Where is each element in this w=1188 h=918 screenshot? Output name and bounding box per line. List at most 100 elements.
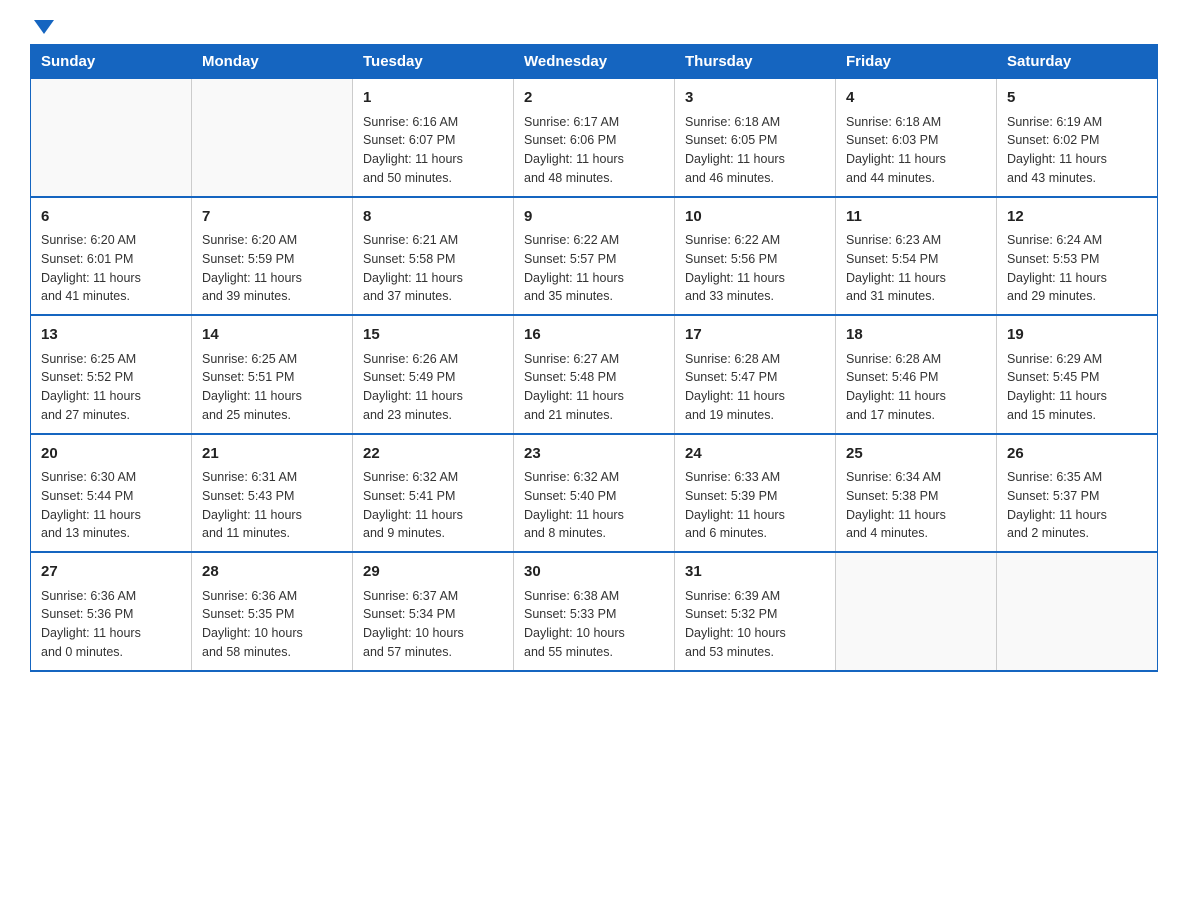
day-number: 17 (685, 324, 825, 347)
day-info: Sunrise: 6:35 AM Sunset: 5:37 PM Dayligh… (1007, 468, 1147, 543)
day-info: Sunrise: 6:37 AM Sunset: 5:34 PM Dayligh… (363, 587, 503, 662)
day-info: Sunrise: 6:16 AM Sunset: 6:07 PM Dayligh… (363, 113, 503, 188)
calendar-day-cell: 30 Sunrise: 6:38 AM Sunset: 5:33 PM Dayli… (514, 552, 675, 671)
calendar-day-cell: 19 Sunrise: 6:29 AM Sunset: 5:45 PM Dayli… (997, 315, 1158, 434)
day-number: 18 (846, 324, 986, 347)
calendar-day-cell: 5 Sunrise: 6:19 AM Sunset: 6:02 PM Daylig… (997, 79, 1158, 197)
day-info: Sunrise: 6:34 AM Sunset: 5:38 PM Dayligh… (846, 468, 986, 543)
calendar-day-cell: 14 Sunrise: 6:25 AM Sunset: 5:51 PM Dayli… (192, 315, 353, 434)
calendar-day-cell: 2Sunrise: 6:17 AM Sunset: 6:06 PM Daylig… (514, 79, 675, 197)
day-info: Sunrise: 6:31 AM Sunset: 5:43 PM Dayligh… (202, 468, 342, 543)
day-info: Sunrise: 6:17 AM Sunset: 6:06 PM Dayligh… (524, 113, 664, 188)
day-number: 10 (685, 206, 825, 229)
day-info: Sunrise: 6:19 AM Sunset: 6:02 PM Dayligh… (1007, 113, 1147, 188)
calendar-day-cell (836, 552, 997, 671)
calendar-week-row: 27Sunrise: 6:36 AM Sunset: 5:36 PM Dayli… (31, 552, 1158, 671)
day-info: Sunrise: 6:38 AM Sunset: 5:33 PM Dayligh… (524, 587, 664, 662)
day-number: 6 (41, 206, 181, 229)
calendar-day-cell: 3 Sunrise: 6:18 AM Sunset: 6:05 PM Daylig… (675, 79, 836, 197)
col-monday: Monday (192, 45, 353, 79)
calendar-day-cell (31, 79, 192, 197)
col-saturday: Saturday (997, 45, 1158, 79)
day-number: 14 (202, 324, 342, 347)
day-info: Sunrise: 6:24 AM Sunset: 5:53 PM Dayligh… (1007, 231, 1147, 306)
logo-triangle-icon (34, 20, 54, 34)
day-info: Sunrise: 6:21 AM Sunset: 5:58 PM Dayligh… (363, 231, 503, 306)
col-tuesday: Tuesday (353, 45, 514, 79)
page-header (30, 20, 1158, 34)
calendar-week-row: 6Sunrise: 6:20 AM Sunset: 6:01 PM Daylig… (31, 197, 1158, 316)
calendar-day-cell: 18 Sunrise: 6:28 AM Sunset: 5:46 PM Dayli… (836, 315, 997, 434)
col-friday: Friday (836, 45, 997, 79)
calendar-day-cell: 10Sunrise: 6:22 AM Sunset: 5:56 PM Dayli… (675, 197, 836, 316)
calendar-day-cell: 15 Sunrise: 6:26 AM Sunset: 5:49 PM Dayli… (353, 315, 514, 434)
calendar-day-cell (192, 79, 353, 197)
day-info: Sunrise: 6:39 AM Sunset: 5:32 PM Dayligh… (685, 587, 825, 662)
day-number: 22 (363, 443, 503, 466)
calendar-day-cell: 23Sunrise: 6:32 AM Sunset: 5:40 PM Dayli… (514, 434, 675, 553)
day-number: 21 (202, 443, 342, 466)
calendar-week-row: 1 Sunrise: 6:16 AM Sunset: 6:07 PM Daylig… (31, 79, 1158, 197)
day-number: 5 (1007, 87, 1147, 110)
day-info: Sunrise: 6:32 AM Sunset: 5:41 PM Dayligh… (363, 468, 503, 543)
day-number: 8 (363, 206, 503, 229)
calendar-day-cell: 17 Sunrise: 6:28 AM Sunset: 5:47 PM Dayli… (675, 315, 836, 434)
day-number: 25 (846, 443, 986, 466)
day-info: Sunrise: 6:20 AM Sunset: 5:59 PM Dayligh… (202, 231, 342, 306)
day-info: Sunrise: 6:18 AM Sunset: 6:05 PM Dayligh… (685, 113, 825, 188)
day-number: 30 (524, 561, 664, 584)
calendar-day-cell: 24Sunrise: 6:33 AM Sunset: 5:39 PM Dayli… (675, 434, 836, 553)
calendar-day-cell: 20Sunrise: 6:30 AM Sunset: 5:44 PM Dayli… (31, 434, 192, 553)
calendar-day-cell: 27Sunrise: 6:36 AM Sunset: 5:36 PM Dayli… (31, 552, 192, 671)
calendar-day-cell: 28 Sunrise: 6:36 AM Sunset: 5:35 PM Dayli… (192, 552, 353, 671)
col-wednesday: Wednesday (514, 45, 675, 79)
logo-area (30, 20, 54, 34)
calendar-day-cell: 1 Sunrise: 6:16 AM Sunset: 6:07 PM Daylig… (353, 79, 514, 197)
day-info: Sunrise: 6:26 AM Sunset: 5:49 PM Dayligh… (363, 350, 503, 425)
calendar-day-cell: 22Sunrise: 6:32 AM Sunset: 5:41 PM Dayli… (353, 434, 514, 553)
col-thursday: Thursday (675, 45, 836, 79)
calendar-day-cell: 8Sunrise: 6:21 AM Sunset: 5:58 PM Daylig… (353, 197, 514, 316)
day-info: Sunrise: 6:28 AM Sunset: 5:47 PM Dayligh… (685, 350, 825, 425)
day-number: 26 (1007, 443, 1147, 466)
calendar-day-cell: 21Sunrise: 6:31 AM Sunset: 5:43 PM Dayli… (192, 434, 353, 553)
logo (30, 20, 54, 32)
day-info: Sunrise: 6:22 AM Sunset: 5:57 PM Dayligh… (524, 231, 664, 306)
day-number: 1 (363, 87, 503, 110)
day-number: 9 (524, 206, 664, 229)
calendar-day-cell: 29 Sunrise: 6:37 AM Sunset: 5:34 PM Dayli… (353, 552, 514, 671)
day-info: Sunrise: 6:18 AM Sunset: 6:03 PM Dayligh… (846, 113, 986, 188)
day-info: Sunrise: 6:20 AM Sunset: 6:01 PM Dayligh… (41, 231, 181, 306)
day-info: Sunrise: 6:25 AM Sunset: 5:52 PM Dayligh… (41, 350, 181, 425)
day-number: 31 (685, 561, 825, 584)
calendar-day-cell: 26Sunrise: 6:35 AM Sunset: 5:37 PM Dayli… (997, 434, 1158, 553)
day-number: 4 (846, 87, 986, 110)
calendar-day-cell: 9Sunrise: 6:22 AM Sunset: 5:57 PM Daylig… (514, 197, 675, 316)
calendar-header-row: Sunday Monday Tuesday Wednesday Thursday… (31, 45, 1158, 79)
day-info: Sunrise: 6:28 AM Sunset: 5:46 PM Dayligh… (846, 350, 986, 425)
calendar-day-cell: 7Sunrise: 6:20 AM Sunset: 5:59 PM Daylig… (192, 197, 353, 316)
calendar-week-row: 13Sunrise: 6:25 AM Sunset: 5:52 PM Dayli… (31, 315, 1158, 434)
day-number: 20 (41, 443, 181, 466)
day-info: Sunrise: 6:23 AM Sunset: 5:54 PM Dayligh… (846, 231, 986, 306)
day-number: 28 (202, 561, 342, 584)
day-info: Sunrise: 6:27 AM Sunset: 5:48 PM Dayligh… (524, 350, 664, 425)
col-sunday: Sunday (31, 45, 192, 79)
day-info: Sunrise: 6:29 AM Sunset: 5:45 PM Dayligh… (1007, 350, 1147, 425)
day-number: 29 (363, 561, 503, 584)
calendar-day-cell: 16Sunrise: 6:27 AM Sunset: 5:48 PM Dayli… (514, 315, 675, 434)
day-info: Sunrise: 6:22 AM Sunset: 5:56 PM Dayligh… (685, 231, 825, 306)
day-info: Sunrise: 6:25 AM Sunset: 5:51 PM Dayligh… (202, 350, 342, 425)
calendar-day-cell: 12Sunrise: 6:24 AM Sunset: 5:53 PM Dayli… (997, 197, 1158, 316)
calendar-day-cell: 4 Sunrise: 6:18 AM Sunset: 6:03 PM Daylig… (836, 79, 997, 197)
day-number: 15 (363, 324, 503, 347)
day-info: Sunrise: 6:36 AM Sunset: 5:35 PM Dayligh… (202, 587, 342, 662)
day-number: 3 (685, 87, 825, 110)
day-number: 12 (1007, 206, 1147, 229)
calendar-week-row: 20Sunrise: 6:30 AM Sunset: 5:44 PM Dayli… (31, 434, 1158, 553)
day-number: 19 (1007, 324, 1147, 347)
day-number: 7 (202, 206, 342, 229)
calendar-day-cell: 6Sunrise: 6:20 AM Sunset: 6:01 PM Daylig… (31, 197, 192, 316)
day-number: 27 (41, 561, 181, 584)
day-number: 11 (846, 206, 986, 229)
